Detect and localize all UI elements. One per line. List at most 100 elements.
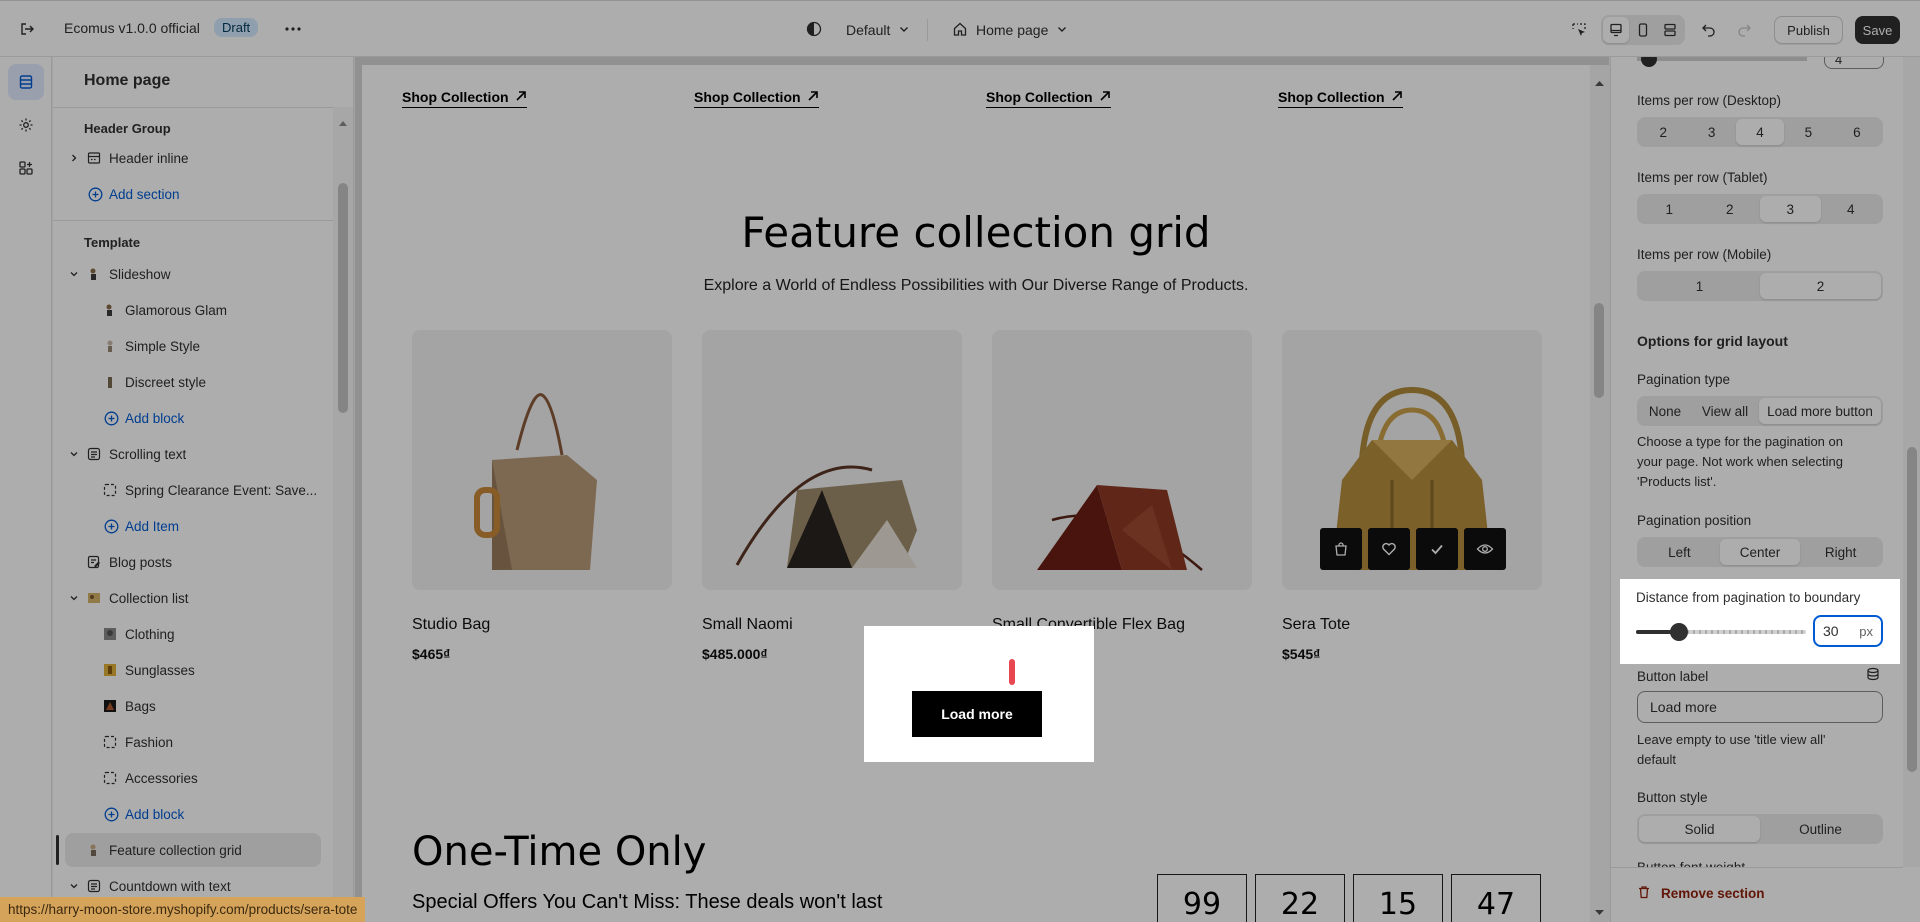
publish-button[interactable]: Publish [1774,16,1843,44]
dynamic-source-icon[interactable] [1866,667,1880,684]
mobile-label: Items per row (Mobile) [1637,247,1772,262]
add-block-button[interactable]: Add block [53,797,333,831]
mobile-icon[interactable] [1630,17,1656,43]
chevron-right-icon[interactable] [68,152,80,164]
shop-collection-link[interactable]: Shop Collection [1278,89,1403,108]
style-outline-option[interactable]: Outline [1760,816,1881,842]
desktop-option-3[interactable]: 3 [1687,119,1735,145]
fullscreen-icon[interactable] [1657,17,1683,43]
tablet-option-4[interactable]: 4 [1821,196,1882,222]
chevron-down-icon[interactable] [68,592,80,604]
desktop-option-6[interactable]: 6 [1833,119,1881,145]
pagination-load-more-option[interactable]: Load more button [1759,398,1881,424]
position-center-option[interactable]: Center [1719,539,1801,565]
sidebar-item-collection-list[interactable]: Collection list [53,581,333,615]
sidebar-item-spring-clearance[interactable]: Spring Clearance Event: Save... [53,473,333,507]
mobile-option-2[interactable]: 2 [1760,273,1881,299]
sidebar-item-slideshow[interactable]: Slideshow [53,257,333,291]
preview-scrollbar[interactable] [1590,65,1609,922]
shop-collection-link[interactable]: Shop Collection [402,89,527,108]
sidebar-item-scrolling-text[interactable]: Scrolling text [53,437,333,471]
shop-collection-link[interactable]: Shop Collection [986,89,1111,108]
slider-knob[interactable] [1641,57,1657,67]
settings-scrollbar[interactable] [1903,57,1920,867]
redo-icon[interactable] [1731,17,1757,43]
text-block-icon [86,446,102,462]
desktop-option-2[interactable]: 2 [1639,119,1687,145]
slider-knob[interactable] [1670,623,1688,641]
distance-input[interactable]: 30 px [1813,615,1883,647]
add-section-button[interactable]: Add section [53,177,333,211]
eye-icon[interactable] [1464,528,1506,570]
scrollbar-thumb[interactable] [1907,447,1917,772]
shop-collection-link[interactable]: Shop Collection [694,89,819,108]
undo-icon[interactable] [1696,17,1722,43]
style-solid-option[interactable]: Solid [1639,816,1760,842]
columns-input[interactable]: 4 [1824,57,1884,69]
add-item-button[interactable]: Add Item [53,509,333,543]
product-image[interactable] [702,330,962,590]
desktop-option-5[interactable]: 5 [1784,119,1832,145]
tablet-option-3[interactable]: 3 [1760,196,1821,222]
sidebar-item-discreet-style[interactable]: Discreet style [53,365,333,399]
compare-icon[interactable] [1416,528,1458,570]
sidebar-item-simple-style[interactable]: Simple Style [53,329,333,363]
sidebar-item-feature-collection-grid[interactable]: Feature collection grid [65,833,321,867]
heart-icon[interactable] [1368,528,1410,570]
product-image[interactable] [1282,330,1542,590]
exit-icon[interactable] [16,18,38,40]
sidebar-item-glamorous-glam[interactable]: Glamorous Glam [53,293,333,327]
thumbnail-icon [86,266,102,282]
product-card[interactable]: Small Naomi $485.000₫ [702,330,962,662]
scrollbar-thumb[interactable] [338,183,348,413]
chevron-down-icon[interactable] [68,268,80,280]
mobile-option-1[interactable]: 1 [1639,273,1760,299]
product-card[interactable]: Sera Tote $545₫ [1282,330,1542,662]
sections-icon[interactable] [8,64,44,100]
column-slider[interactable] [1637,57,1807,67]
pagination-view-all-option[interactable]: View all [1691,398,1759,424]
sidebar-item-bags[interactable]: Bags [53,689,333,723]
button-label-input[interactable] [1637,691,1883,723]
save-button[interactable]: Save [1855,16,1900,44]
desktop-icon[interactable] [1603,17,1629,43]
position-right-option[interactable]: Right [1800,539,1881,565]
sidebar-scrollbar[interactable] [333,107,353,922]
tablet-option-1[interactable]: 1 [1639,196,1700,222]
position-left-option[interactable]: Left [1639,539,1720,565]
more-actions-icon[interactable] [282,18,304,40]
desktop-option-4[interactable]: 4 [1735,119,1785,145]
scroll-up-icon[interactable] [1595,73,1604,89]
scroll-down-icon[interactable] [1595,903,1604,919]
palette-icon [806,21,822,40]
product-name[interactable]: Studio Bag [412,616,672,634]
scroll-up-icon[interactable] [339,113,347,129]
sidebar-item-header-inline[interactable]: Header inline [53,141,333,175]
sidebar-item-label: Countdown with text [109,878,231,894]
sidebar-item-blog-posts[interactable]: Blog posts [53,545,333,579]
inspector-icon[interactable] [1566,17,1592,43]
remove-section-button[interactable]: Remove section [1637,885,1765,902]
pagination-none-option[interactable]: None [1639,398,1691,424]
chevron-down-icon[interactable] [68,880,80,892]
page-select[interactable]: Home page [952,17,1068,43]
quick-add-icon[interactable] [1320,528,1362,570]
sidebar-item-sunglasses[interactable]: Sunglasses [53,653,333,687]
theme-select[interactable]: Default [806,17,910,43]
chevron-down-icon[interactable] [68,448,80,460]
product-card[interactable]: Studio Bag $465₫ [412,330,672,662]
sidebar-item-fashion[interactable]: Fashion [53,725,333,759]
apps-icon[interactable] [8,150,44,186]
tablet-option-2[interactable]: 2 [1700,196,1761,222]
product-name[interactable]: Sera Tote [1282,616,1542,634]
sidebar-item-clothing[interactable]: Clothing [53,617,333,651]
sidebar-item-accessories[interactable]: Accessories [53,761,333,795]
load-more-button[interactable]: Load more [912,691,1042,737]
scrollbar-thumb[interactable] [1594,303,1604,398]
product-image[interactable] [992,330,1252,590]
sidebar-item-label: Scrolling text [109,446,187,462]
product-image[interactable] [412,330,672,590]
add-block-button[interactable]: Add block [53,401,333,435]
gear-icon[interactable] [8,107,44,143]
product-card[interactable]: Small Convertible Flex Bag $320₫ [992,330,1252,662]
